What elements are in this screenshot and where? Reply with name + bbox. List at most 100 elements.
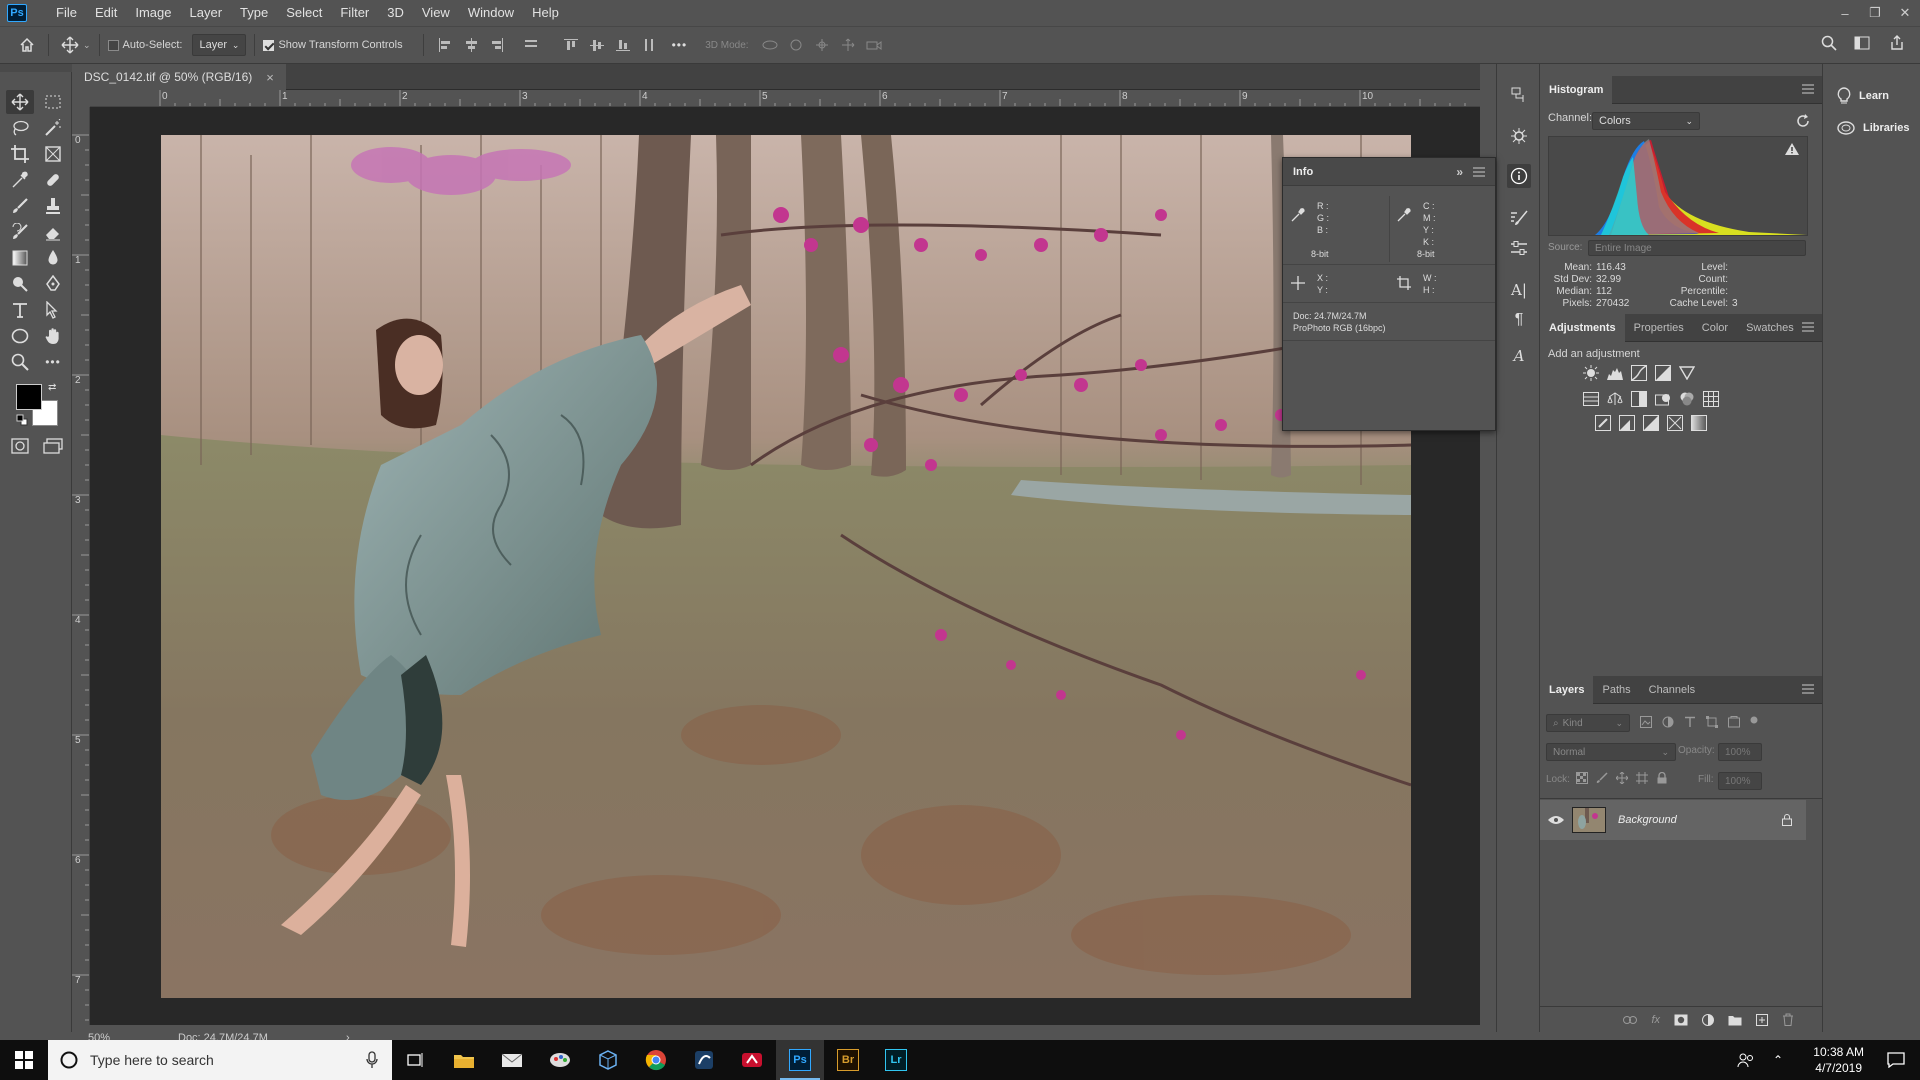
file-explorer-icon[interactable] bbox=[440, 1040, 488, 1080]
lightroom-taskbar-icon[interactable]: Lr bbox=[872, 1040, 920, 1080]
delete-layer-icon[interactable] bbox=[1782, 1013, 1794, 1026]
type-tool-icon[interactable] bbox=[6, 298, 34, 322]
warning-icon[interactable] bbox=[1785, 143, 1799, 155]
close-button[interactable]: ✕ bbox=[1890, 0, 1920, 26]
app-icon[interactable] bbox=[680, 1040, 728, 1080]
history-panel-icon[interactable] bbox=[1507, 84, 1531, 108]
3d-viewer-icon[interactable] bbox=[584, 1040, 632, 1080]
eyedropper-tool-icon[interactable] bbox=[6, 168, 34, 192]
lock-transparent-icon[interactable] bbox=[1576, 772, 1588, 784]
layer-kind-filter[interactable]: ⌕ Kind ⌄ bbox=[1546, 714, 1630, 732]
screen-mode-icon[interactable] bbox=[39, 434, 67, 458]
menu-select[interactable]: Select bbox=[277, 0, 331, 26]
mail-icon[interactable] bbox=[488, 1040, 536, 1080]
collapse-icon[interactable]: » bbox=[1456, 165, 1463, 179]
align-bottom-icon[interactable] bbox=[612, 34, 634, 56]
3d-orbit-icon[interactable] bbox=[759, 34, 781, 56]
minimize-button[interactable]: – bbox=[1830, 0, 1860, 26]
blur-tool-icon[interactable] bbox=[39, 246, 67, 270]
microphone-icon[interactable] bbox=[366, 1051, 378, 1069]
color-balance-icon[interactable] bbox=[1606, 390, 1624, 408]
align-middle-icon[interactable] bbox=[586, 34, 608, 56]
menu-3d[interactable]: 3D bbox=[378, 0, 413, 26]
ruler-vertical[interactable]: 0 1 2 3 4 5 6 7 bbox=[72, 107, 90, 1025]
gradient-tool-icon[interactable] bbox=[6, 246, 34, 270]
photoshop-taskbar-icon[interactable]: Ps bbox=[776, 1040, 824, 1080]
dodge-tool-icon[interactable] bbox=[6, 272, 34, 296]
brush-tool-icon[interactable] bbox=[6, 194, 34, 218]
document-image[interactable] bbox=[161, 135, 1411, 998]
eraser-tool-icon[interactable] bbox=[39, 220, 67, 244]
show-transform-checkbox[interactable] bbox=[263, 39, 275, 51]
path-selection-tool-icon[interactable] bbox=[39, 298, 67, 322]
magic-wand-tool-icon[interactable] bbox=[39, 116, 67, 140]
lock-all-icon[interactable] bbox=[1656, 772, 1668, 784]
filter-toggle-icon[interactable] bbox=[1750, 716, 1758, 728]
align-right-icon[interactable] bbox=[486, 34, 508, 56]
selective-color-icon[interactable] bbox=[1666, 414, 1684, 432]
chevron-down-icon[interactable]: ⌄ bbox=[83, 40, 91, 51]
tab-channels[interactable]: Channels bbox=[1640, 676, 1704, 704]
tab-color[interactable]: Color bbox=[1693, 314, 1737, 342]
ink-app-icon[interactable] bbox=[536, 1040, 584, 1080]
workspace-icon[interactable] bbox=[1852, 32, 1874, 54]
curves-icon[interactable] bbox=[1630, 364, 1648, 382]
info-bit-depth-left[interactable]: 8-bit bbox=[1311, 248, 1329, 260]
lock-icon[interactable] bbox=[1782, 814, 1792, 826]
lock-pixels-icon[interactable] bbox=[1596, 772, 1608, 784]
layer-name[interactable]: Background bbox=[1618, 814, 1677, 826]
type-filter-icon[interactable] bbox=[1684, 716, 1696, 728]
brightness-contrast-icon[interactable] bbox=[1582, 364, 1600, 382]
marquee-tool-icon[interactable] bbox=[39, 90, 67, 114]
smart-object-filter-icon[interactable] bbox=[1728, 716, 1740, 728]
navigator-panel-icon[interactable] bbox=[1507, 124, 1531, 148]
edit-toolbar-more-icon[interactable]: ••• bbox=[39, 350, 67, 374]
menu-view[interactable]: View bbox=[413, 0, 459, 26]
menu-edit[interactable]: Edit bbox=[86, 0, 126, 26]
restore-button[interactable]: ❐ bbox=[1860, 0, 1890, 26]
tab-properties[interactable]: Properties bbox=[1625, 314, 1693, 342]
menu-layer[interactable]: Layer bbox=[181, 0, 232, 26]
hand-tool-icon[interactable] bbox=[39, 324, 67, 348]
tab-swatches[interactable]: Swatches bbox=[1737, 314, 1803, 342]
ellipse-tool-icon[interactable] bbox=[6, 324, 34, 348]
3d-roll-icon[interactable] bbox=[785, 34, 807, 56]
distribute-icon[interactable] bbox=[520, 34, 542, 56]
add-mask-icon[interactable] bbox=[1674, 1014, 1688, 1026]
lasso-tool-icon[interactable] bbox=[6, 116, 34, 140]
gradient-map-icon[interactable] bbox=[1690, 414, 1708, 432]
exposure-icon[interactable] bbox=[1654, 364, 1672, 382]
swap-colors-icon[interactable]: ⇄ bbox=[48, 382, 56, 393]
invert-icon[interactable] bbox=[1594, 414, 1612, 432]
red-app-icon[interactable] bbox=[728, 1040, 776, 1080]
photoshop-logo-icon[interactable]: Ps bbox=[7, 4, 27, 22]
ruler-horizontal[interactable]: 0 1 2 3 4 5 6 7 8 9 10 bbox=[90, 90, 1480, 107]
bridge-taskbar-icon[interactable]: Br bbox=[824, 1040, 872, 1080]
layer-row[interactable]: Background bbox=[1540, 800, 1806, 840]
panel-menu-icon[interactable] bbox=[1802, 322, 1814, 332]
paragraph-panel-icon[interactable]: ¶ bbox=[1507, 308, 1531, 332]
new-adjustment-layer-icon[interactable] bbox=[1702, 1013, 1714, 1026]
quick-mask-icon[interactable] bbox=[6, 434, 34, 458]
source-dropdown[interactable]: Entire Image bbox=[1588, 240, 1806, 256]
hue-saturation-icon[interactable] bbox=[1582, 390, 1600, 408]
panel-menu-icon[interactable] bbox=[1802, 684, 1814, 694]
color-lookup-icon[interactable] bbox=[1702, 390, 1720, 408]
fill-field[interactable]: 100% bbox=[1718, 772, 1762, 790]
toolbox-grip[interactable] bbox=[0, 64, 72, 72]
default-colors-icon[interactable] bbox=[16, 414, 28, 426]
align-top-icon[interactable] bbox=[560, 34, 582, 56]
glyphs-panel-icon[interactable]: A bbox=[1507, 344, 1531, 368]
adjustment-filter-icon[interactable] bbox=[1662, 716, 1674, 728]
link-layers-icon[interactable] bbox=[1623, 1015, 1638, 1024]
frame-tool-icon[interactable] bbox=[39, 142, 67, 166]
tab-layers[interactable]: Layers bbox=[1540, 675, 1594, 704]
levels-icon[interactable] bbox=[1606, 364, 1624, 382]
move-tool-icon[interactable] bbox=[6, 90, 34, 114]
layer-style-icon[interactable]: fx bbox=[1651, 1014, 1660, 1026]
history-brush-tool-icon[interactable] bbox=[6, 220, 34, 244]
menu-file[interactable]: File bbox=[47, 0, 86, 26]
vibrance-icon[interactable] bbox=[1678, 364, 1696, 382]
channel-mixer-icon[interactable] bbox=[1678, 390, 1696, 408]
tab-histogram[interactable]: Histogram bbox=[1540, 75, 1613, 104]
